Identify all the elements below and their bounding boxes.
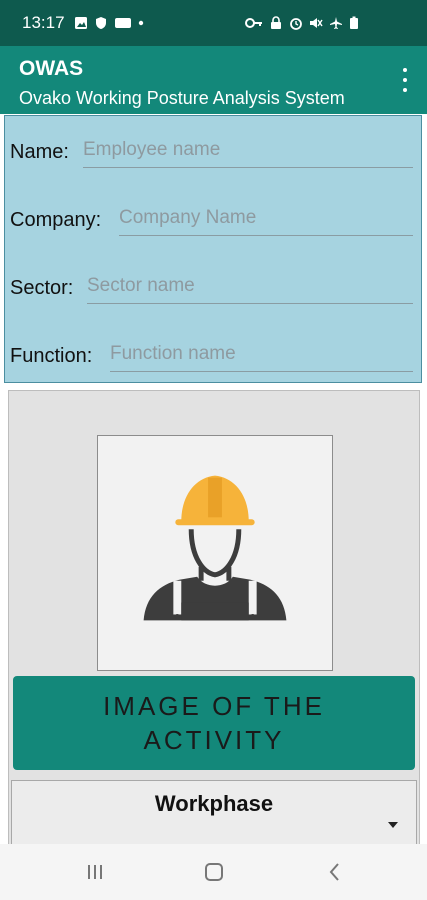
company-row: Company: bbox=[10, 200, 413, 240]
dropdown-arrow-icon[interactable] bbox=[388, 822, 398, 828]
workphase-title: Workphase bbox=[154, 791, 274, 816]
app-subtitle: Ovako Working Posture Analysis System bbox=[19, 88, 345, 108]
sector-field[interactable] bbox=[87, 271, 413, 304]
recents-icon[interactable] bbox=[80, 858, 110, 886]
key-icon bbox=[245, 16, 263, 30]
name-row: Name: bbox=[10, 132, 413, 172]
image-of-activity-button[interactable]: IMAGE OF THE ACTIVITY bbox=[13, 676, 415, 770]
status-left-icons bbox=[74, 16, 144, 30]
sector-row: Sector: bbox=[10, 268, 413, 308]
status-bar: 13:17 bbox=[0, 0, 427, 46]
activity-panel: IMAGE OF THE ACTIVITY Workphase bbox=[8, 390, 420, 850]
status-right-icons bbox=[245, 16, 359, 30]
dnd-badge-icon bbox=[114, 16, 132, 30]
workphase-dropdown[interactable]: Workphase bbox=[11, 780, 417, 850]
name-label: Name: bbox=[10, 141, 69, 163]
employee-form: Name: Company: Sector: Function: bbox=[4, 115, 422, 383]
company-label: Company: bbox=[10, 209, 102, 231]
airplane-icon bbox=[329, 16, 343, 30]
button-line-2: ACTIVITY bbox=[143, 725, 285, 755]
function-field[interactable] bbox=[110, 339, 413, 372]
worker-hardhat-icon bbox=[143, 475, 287, 621]
nav-bar bbox=[0, 844, 427, 900]
company-field[interactable] bbox=[119, 203, 413, 236]
name-field[interactable] bbox=[83, 135, 413, 168]
shield-icon bbox=[94, 16, 108, 30]
button-line-1: IMAGE OF THE bbox=[103, 691, 325, 721]
activity-image[interactable] bbox=[97, 435, 333, 671]
function-label: Function: bbox=[10, 345, 93, 367]
more-vert-icon[interactable] bbox=[397, 68, 413, 92]
gallery-icon bbox=[74, 16, 88, 30]
back-icon[interactable] bbox=[320, 858, 350, 886]
sector-label: Sector: bbox=[10, 277, 74, 299]
app-bar: OWAS Ovako Working Posture Analysis Syst… bbox=[0, 46, 427, 114]
dot-icon bbox=[138, 16, 144, 30]
lock-icon bbox=[269, 16, 283, 30]
alarm-icon bbox=[289, 16, 303, 30]
app-title: OWAS bbox=[19, 57, 84, 80]
status-time: 13:17 bbox=[22, 13, 65, 32]
mute-icon bbox=[309, 16, 323, 30]
function-row: Function: bbox=[10, 336, 413, 376]
home-icon[interactable] bbox=[199, 858, 229, 886]
battery-icon bbox=[349, 16, 359, 30]
